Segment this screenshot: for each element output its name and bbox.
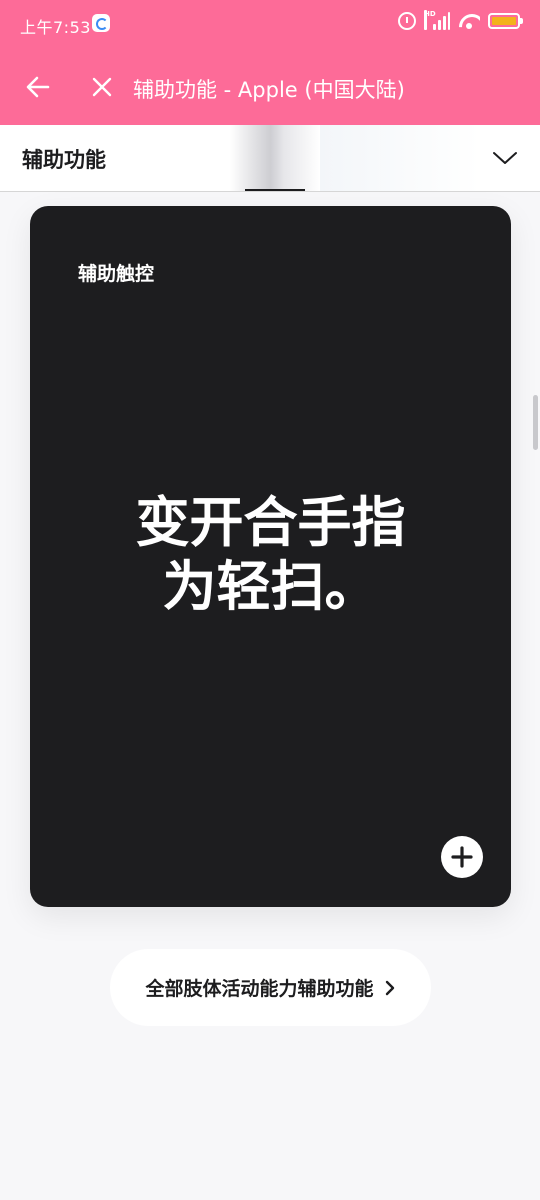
status-icons: HD (398, 10, 523, 30)
expand-card-button[interactable] (441, 836, 483, 878)
close-icon (92, 77, 112, 97)
app-notification-icon (92, 14, 110, 32)
cellular-signal-icon: HD (424, 10, 450, 30)
nav-expand-button[interactable] (492, 145, 518, 171)
battery-icon (488, 13, 523, 29)
nav-blur-overlay-secondary (320, 125, 480, 191)
chevron-down-icon (493, 152, 517, 164)
close-button[interactable] (86, 71, 118, 103)
nav-blur-overlay (230, 125, 320, 191)
network-hd-label: HD (424, 10, 436, 30)
status-bar: 上午7:53 HD (0, 0, 540, 48)
card-headline-line-1: 变开合手指 (135, 491, 406, 554)
back-button[interactable] (22, 71, 54, 103)
all-mobility-features-link[interactable]: 全部肢体活动能力辅助功能 (110, 949, 431, 1026)
card-headline: 变开合手指 为轻扫。 (30, 491, 511, 619)
scroll-indicator[interactable] (533, 395, 538, 450)
card-eyebrow: 辅助触控 (78, 263, 155, 285)
nav-active-underline (245, 189, 305, 191)
link-label: 全部肢体活动能力辅助功能 (145, 978, 374, 1000)
local-nav[interactable]: 辅助功能 (0, 125, 540, 192)
chevron-right-icon (385, 980, 394, 995)
alarm-icon (398, 12, 416, 30)
feature-card[interactable]: 辅助触控 变开合手指 为轻扫。 (30, 206, 511, 907)
card-headline-line-2: 为轻扫。 (162, 555, 379, 618)
status-time: 上午7:53 (20, 18, 91, 37)
page-title: 辅助功能 - Apple (中国大陆) (133, 78, 405, 102)
local-nav-title: 辅助功能 (22, 148, 106, 172)
arrow-left-icon (26, 76, 50, 98)
wifi-icon (458, 12, 480, 30)
app-bar: 辅助功能 - Apple (中国大陆) (0, 48, 540, 125)
plus-icon (451, 846, 473, 868)
